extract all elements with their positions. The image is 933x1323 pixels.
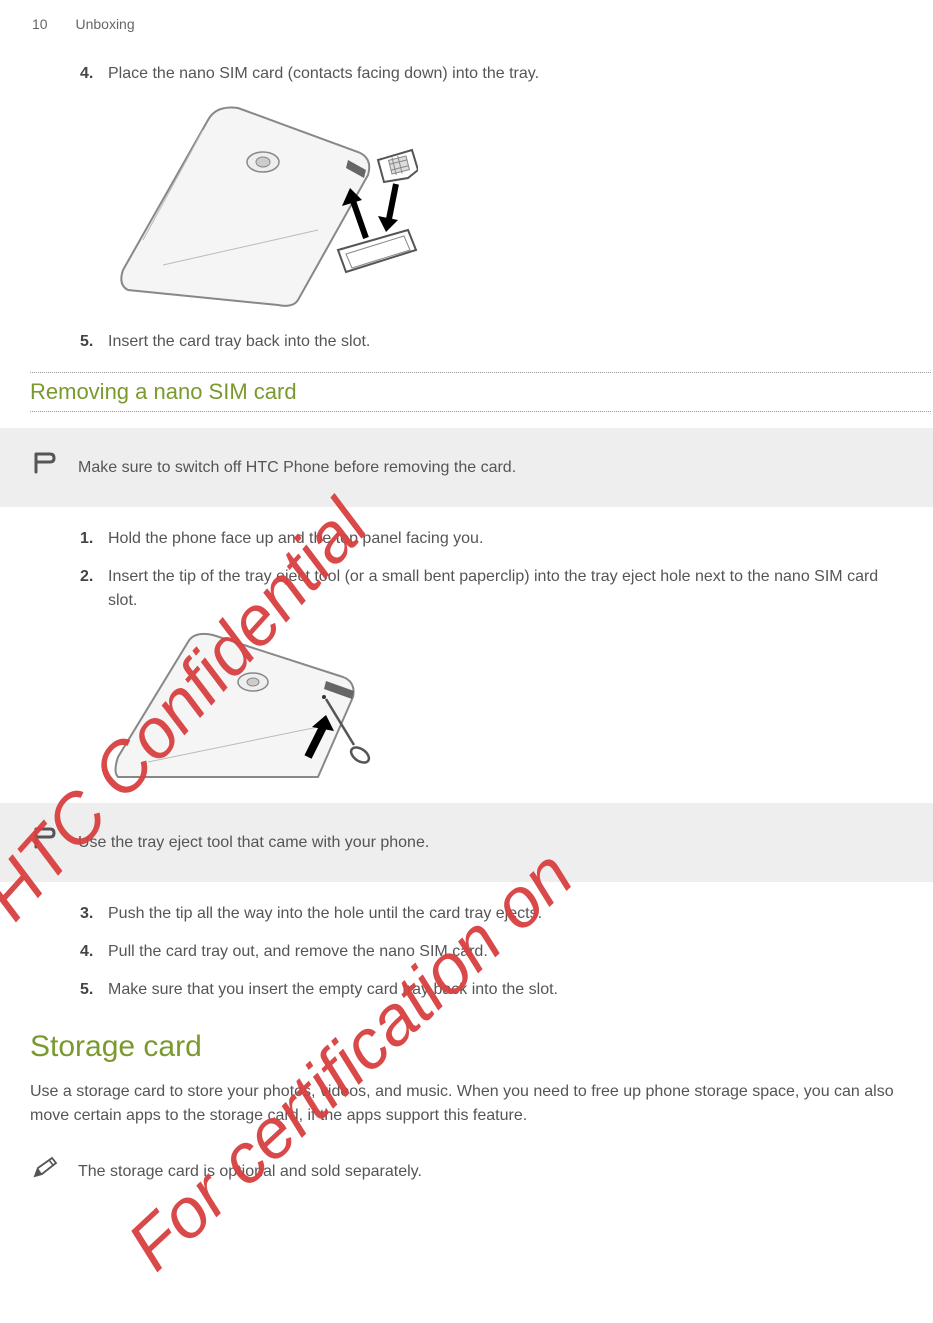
list-item: 4. Pull the card tray out, and remove th… (80, 940, 901, 964)
note-text: The storage card is optional and sold se… (78, 1163, 422, 1181)
page-number: 10 (32, 16, 48, 32)
chapter-title: Unboxing (75, 16, 134, 32)
list-text: Push the tip all the way into the hole u… (108, 902, 542, 926)
callout-text: Make sure to switch off HTC Phone before… (78, 459, 516, 477)
divider (30, 411, 931, 412)
callout-text: Use the tray eject tool that came with y… (78, 834, 429, 852)
list-number: 4. (80, 62, 108, 86)
list-item: 5. Make sure that you insert the empty c… (80, 978, 901, 1002)
subsection-heading: Removing a nano SIM card (30, 379, 901, 405)
list-text: Make sure that you insert the empty card… (108, 978, 558, 1002)
list-text: Insert the tip of the tray eject tool (o… (108, 565, 901, 613)
list-number: 2. (80, 565, 108, 613)
list-text: Hold the phone face up and the top panel… (108, 527, 483, 551)
divider (30, 372, 931, 373)
list-number: 3. (80, 902, 108, 926)
sim-insert-figure (108, 100, 418, 310)
list-number: 5. (80, 978, 108, 1002)
list-number: 4. (80, 940, 108, 964)
note-callout: The storage card is optional and sold se… (0, 1142, 933, 1201)
list-text: Pull the card tray out, and remove the n… (108, 940, 488, 964)
list-item: 4. Place the nano SIM card (contacts fac… (80, 62, 901, 86)
eject-tool-figure (108, 627, 378, 787)
page-content: 4. Place the nano SIM card (contacts fac… (0, 32, 933, 1201)
list-text: Place the nano SIM card (contacts facing… (108, 62, 539, 86)
warning-callout: Make sure to switch off HTC Phone before… (0, 428, 933, 507)
section-heading: Storage card (30, 1030, 901, 1064)
warning-icon (32, 450, 58, 485)
page-header: 10 Unboxing (0, 0, 933, 32)
list-text: Insert the card tray back into the slot. (108, 330, 370, 354)
list-number: 5. (80, 330, 108, 354)
list-item: 3. Push the tip all the way into the hol… (80, 902, 901, 926)
list-item: 2. Insert the tip of the tray eject tool… (80, 565, 901, 613)
info-callout: Use the tray eject tool that came with y… (0, 803, 933, 882)
list-item: 1. Hold the phone face up and the top pa… (80, 527, 901, 551)
warning-icon (32, 825, 58, 860)
list-item: 5. Insert the card tray back into the sl… (80, 330, 901, 354)
body-paragraph: Use a storage card to store your photos,… (30, 1080, 901, 1128)
pencil-icon (32, 1156, 58, 1187)
list-number: 1. (80, 527, 108, 551)
